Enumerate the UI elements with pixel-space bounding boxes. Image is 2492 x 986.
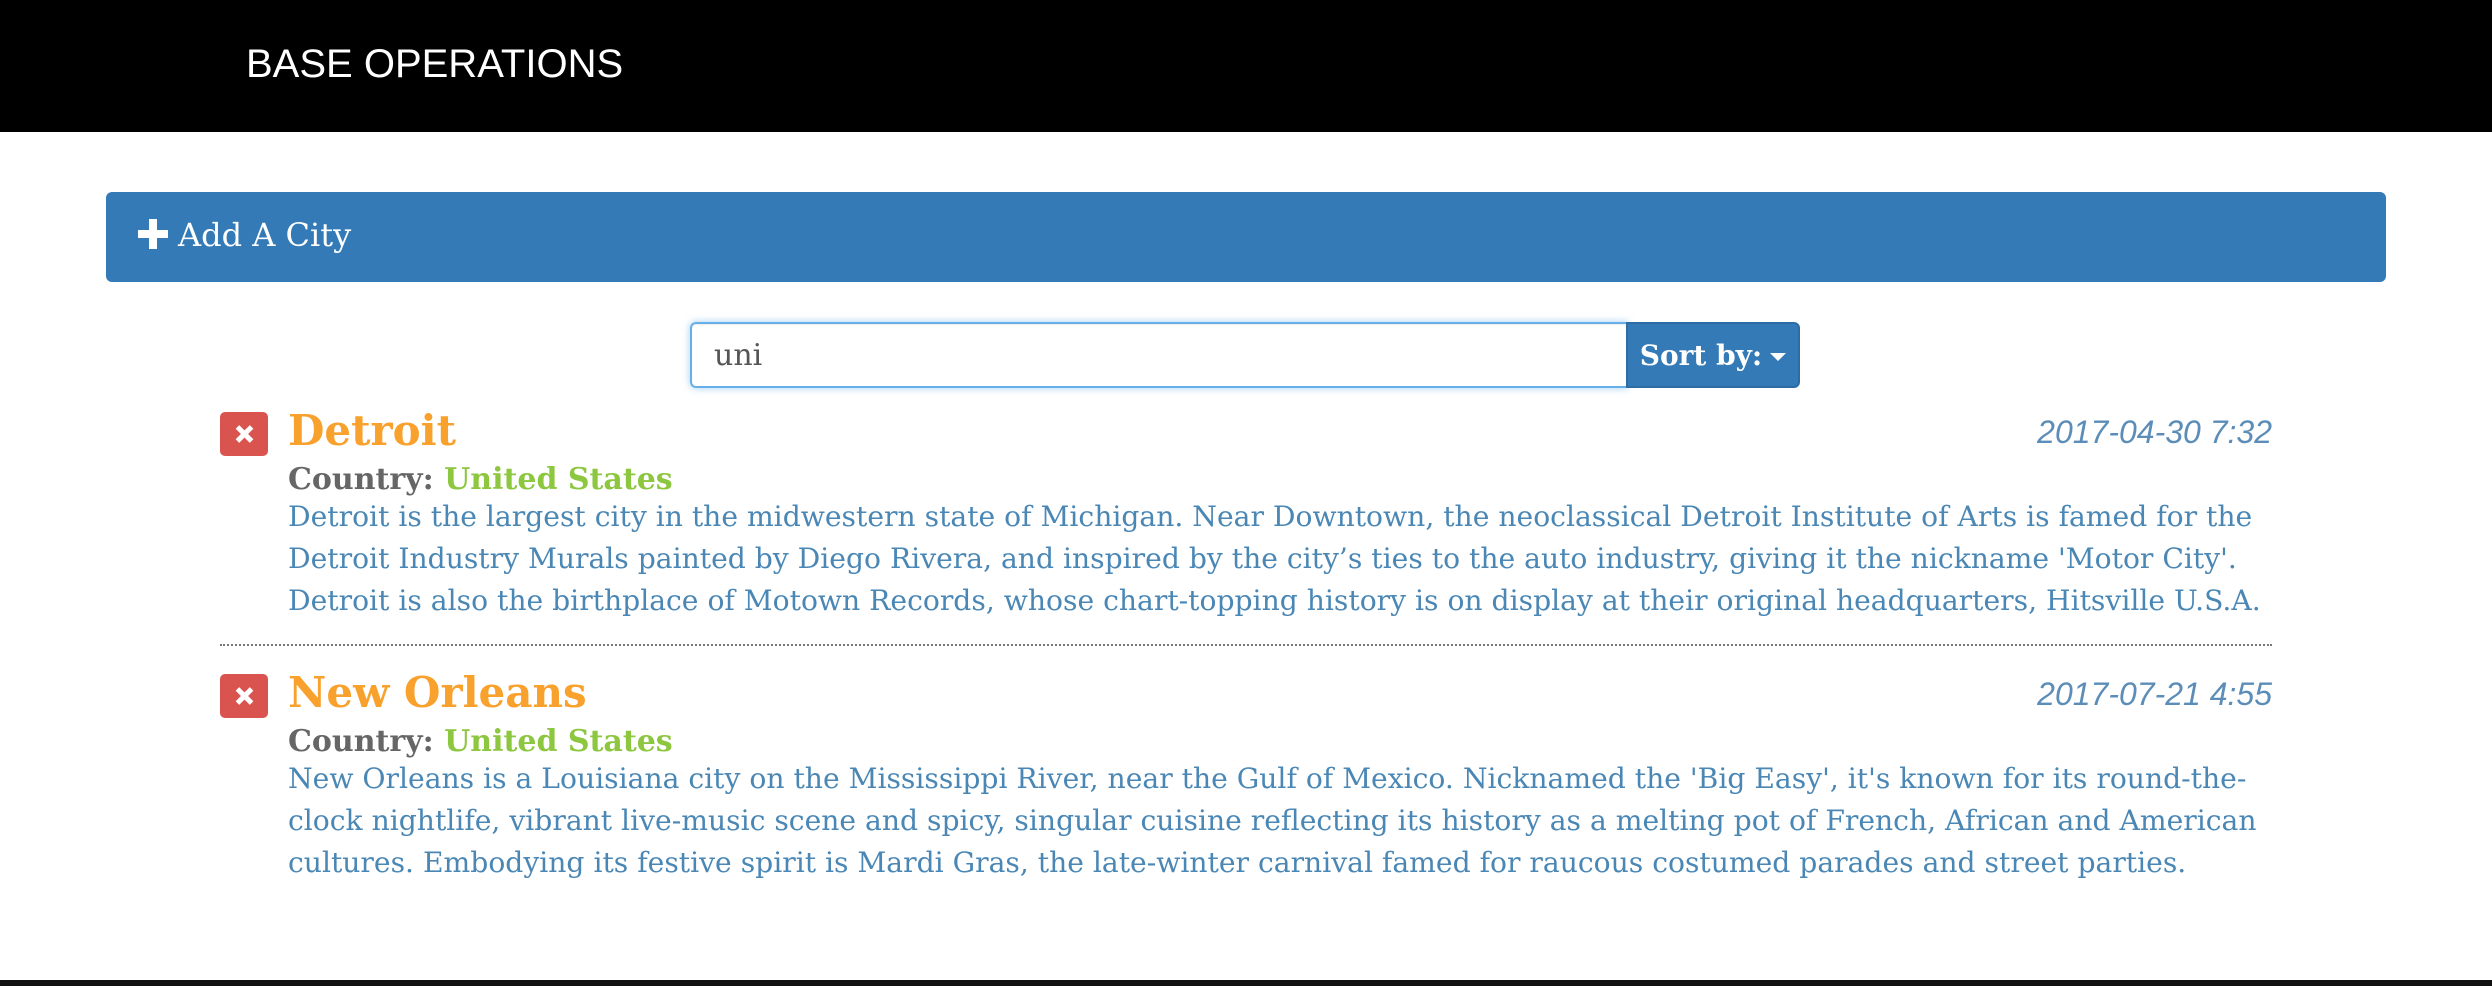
city-item: Detroit 2017-04-30 7:32 Country: United … bbox=[220, 406, 2272, 646]
plus-icon bbox=[138, 219, 168, 249]
country-label: Country: bbox=[288, 724, 434, 759]
city-timestamp: 2017-07-21 4:55 bbox=[2037, 676, 2272, 712]
country-value: United States bbox=[444, 462, 673, 497]
city-description: Detroit is the largest city in the midwe… bbox=[288, 500, 2261, 617]
delete-city-button[interactable] bbox=[220, 674, 268, 718]
country-label: Country: bbox=[288, 462, 434, 497]
brand-title[interactable]: BASE OPERATIONS bbox=[246, 36, 623, 92]
country-value: United States bbox=[444, 724, 673, 759]
sort-by-label: Sort by: bbox=[1639, 338, 1763, 372]
city-description: New Orleans is a Louisiana city on the M… bbox=[288, 762, 2257, 879]
city-timestamp: 2017-04-30 7:32 bbox=[2037, 414, 2272, 450]
city-name: New Orleans bbox=[288, 668, 587, 717]
city-name: Detroit bbox=[288, 406, 457, 455]
delete-city-button[interactable] bbox=[220, 412, 268, 456]
bottom-divider bbox=[0, 980, 2492, 986]
search-input[interactable] bbox=[690, 322, 1628, 388]
city-item: New Orleans 2017-07-21 4:55 Country: Uni… bbox=[220, 668, 2272, 890]
add-city-label: Add A City bbox=[178, 216, 352, 254]
add-city-button[interactable]: Add A City bbox=[106, 192, 2386, 282]
search-group: Sort by: bbox=[690, 322, 1800, 388]
top-navbar: BASE OPERATIONS bbox=[0, 0, 2492, 132]
sort-by-button[interactable]: Sort by: bbox=[1626, 322, 1800, 388]
caret-down-icon bbox=[1770, 353, 1787, 361]
